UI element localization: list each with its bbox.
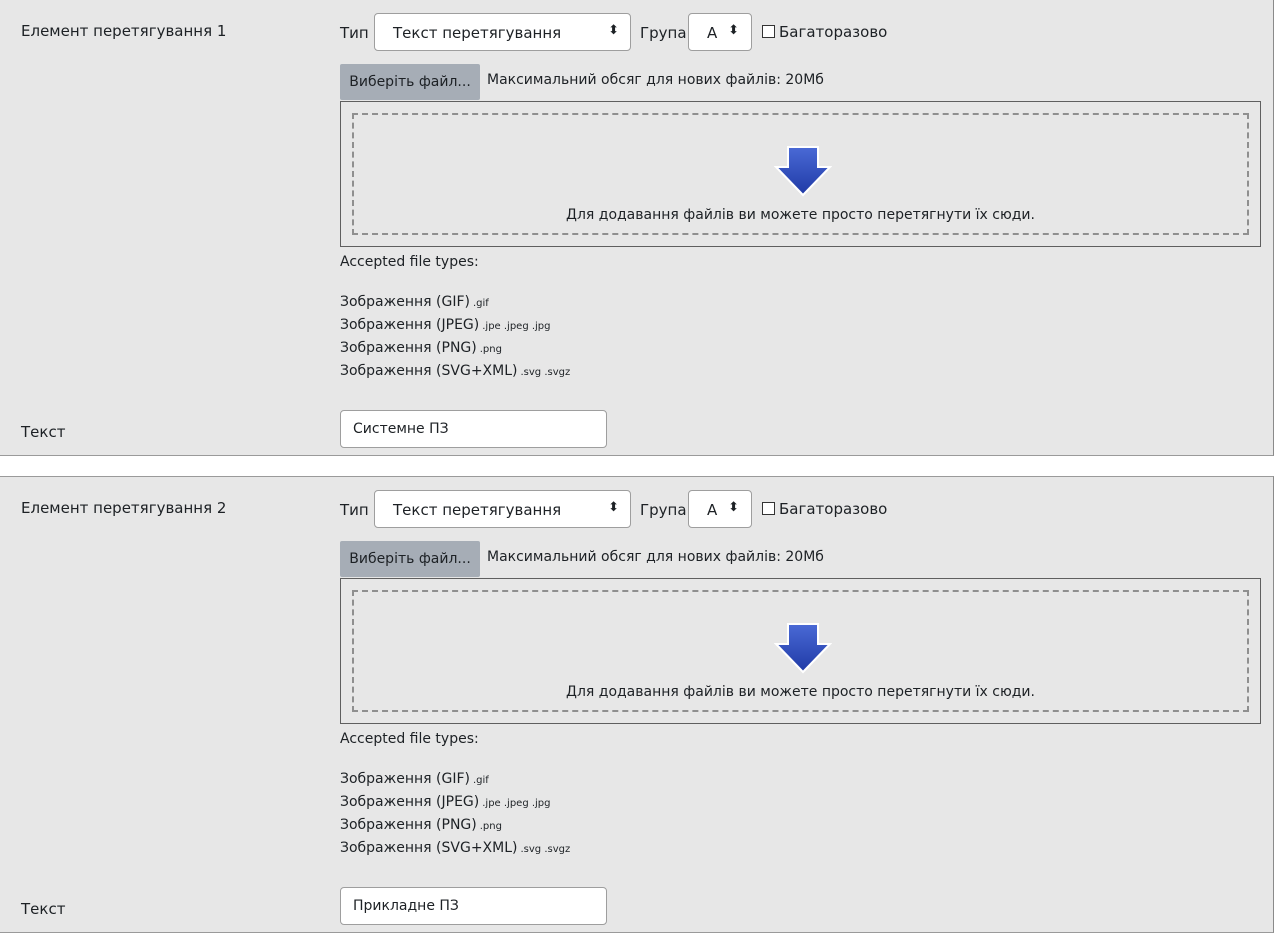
drag-item-title: Елемент перетягування 1 xyxy=(21,22,227,40)
type-select-value: Текст перетягування xyxy=(393,24,562,42)
file-dropzone[interactable]: Для додавання файлів ви можете просто пе… xyxy=(340,101,1261,247)
group-select-value: A xyxy=(707,24,718,42)
file-type-item: Зображення (PNG) .png xyxy=(340,340,570,363)
file-type-ext: .png xyxy=(479,344,502,355)
file-type-ext: .svg .svgz xyxy=(520,367,571,378)
dropzone-dashed-area[interactable]: Для додавання файлів ви можете просто пе… xyxy=(352,113,1249,235)
file-type-name: Зображення (JPEG) xyxy=(340,794,480,810)
max-size-text: Максимальний обсяг для нових файлів: 20М… xyxy=(487,549,824,565)
dropzone-text: Для додавання файлів ви можете просто пе… xyxy=(566,684,1035,700)
up-down-caret-icon: ⬍ xyxy=(728,23,739,38)
file-dropzone[interactable]: Для додавання файлів ви можете просто пе… xyxy=(340,578,1261,724)
drag-item-panel-2: Елемент перетягування 2 Тип Текст перетя… xyxy=(0,476,1274,933)
file-types-list: Зображення (GIF) .gif Зображення (JPEG) .j… xyxy=(340,771,570,863)
file-type-name: Зображення (PNG) xyxy=(340,340,477,356)
file-type-name: Зображення (PNG) xyxy=(340,817,477,833)
file-type-ext: .jpe .jpeg .jpg xyxy=(482,321,551,332)
infinite-checkbox-label[interactable]: Багаторазово xyxy=(779,23,887,41)
text-input[interactable]: Прикладне ПЗ xyxy=(340,887,607,925)
file-type-ext: .svg .svgz xyxy=(520,844,571,855)
group-select-value: A xyxy=(707,501,718,519)
type-label: Тип xyxy=(340,501,369,519)
accepted-types-label: Accepted file types: xyxy=(340,731,479,747)
dropzone-dashed-area[interactable]: Для додавання файлів ви можете просто пе… xyxy=(352,590,1249,712)
group-label: Група xyxy=(640,501,687,519)
file-type-ext: .png xyxy=(479,821,502,832)
group-label: Група xyxy=(640,24,687,42)
file-types-list: Зображення (GIF) .gif Зображення (JPEG) .j… xyxy=(340,294,570,386)
file-type-name: Зображення (SVG+XML) xyxy=(340,363,518,379)
text-label: Текст xyxy=(21,423,66,441)
file-type-item: Зображення (SVG+XML) .svg .svgz xyxy=(340,840,570,863)
up-down-caret-icon: ⬍ xyxy=(608,23,619,38)
max-size-text: Максимальний обсяг для нових файлів: 20М… xyxy=(487,72,824,88)
down-arrow-icon xyxy=(774,623,832,674)
file-type-ext: .jpe .jpeg .jpg xyxy=(482,798,551,809)
file-type-item: Зображення (PNG) .png xyxy=(340,817,570,840)
down-arrow-icon xyxy=(774,146,832,197)
text-input[interactable]: Системне ПЗ xyxy=(340,410,607,448)
file-type-item: Зображення (JPEG) .jpe .jpeg .jpg xyxy=(340,794,570,817)
type-select-value: Текст перетягування xyxy=(393,501,562,519)
infinite-checkbox-label[interactable]: Багаторазово xyxy=(779,500,887,518)
group-select[interactable]: A ⬍ xyxy=(688,490,752,528)
group-select[interactable]: A ⬍ xyxy=(688,13,752,51)
file-type-item: Зображення (SVG+XML) .svg .svgz xyxy=(340,363,570,386)
file-type-item: Зображення (GIF) .gif xyxy=(340,294,570,317)
infinite-checkbox[interactable] xyxy=(762,25,775,38)
file-type-item: Зображення (JPEG) .jpe .jpeg .jpg xyxy=(340,317,570,340)
dropzone-text: Для додавання файлів ви можете просто пе… xyxy=(566,207,1035,223)
type-label: Тип xyxy=(340,24,369,42)
file-type-name: Зображення (GIF) xyxy=(340,294,470,310)
drag-item-title: Елемент перетягування 2 xyxy=(21,499,227,517)
file-type-name: Зображення (GIF) xyxy=(340,771,470,787)
choose-file-button[interactable]: Виберіть файл... xyxy=(340,64,480,100)
up-down-caret-icon: ⬍ xyxy=(728,500,739,515)
type-select[interactable]: Текст перетягування ⬍ xyxy=(374,490,631,528)
file-type-name: Зображення (SVG+XML) xyxy=(340,840,518,856)
infinite-checkbox[interactable] xyxy=(762,502,775,515)
type-select[interactable]: Текст перетягування ⬍ xyxy=(374,13,631,51)
file-type-ext: .gif xyxy=(473,775,489,786)
up-down-caret-icon: ⬍ xyxy=(608,500,619,515)
text-label: Текст xyxy=(21,900,66,918)
file-type-item: Зображення (GIF) .gif xyxy=(340,771,570,794)
choose-file-button[interactable]: Виберіть файл... xyxy=(340,541,480,577)
accepted-types-label: Accepted file types: xyxy=(340,254,479,270)
file-type-ext: .gif xyxy=(473,298,489,309)
file-type-name: Зображення (JPEG) xyxy=(340,317,480,333)
drag-item-panel-1: Елемент перетягування 1 Тип Текст перетя… xyxy=(0,0,1274,456)
